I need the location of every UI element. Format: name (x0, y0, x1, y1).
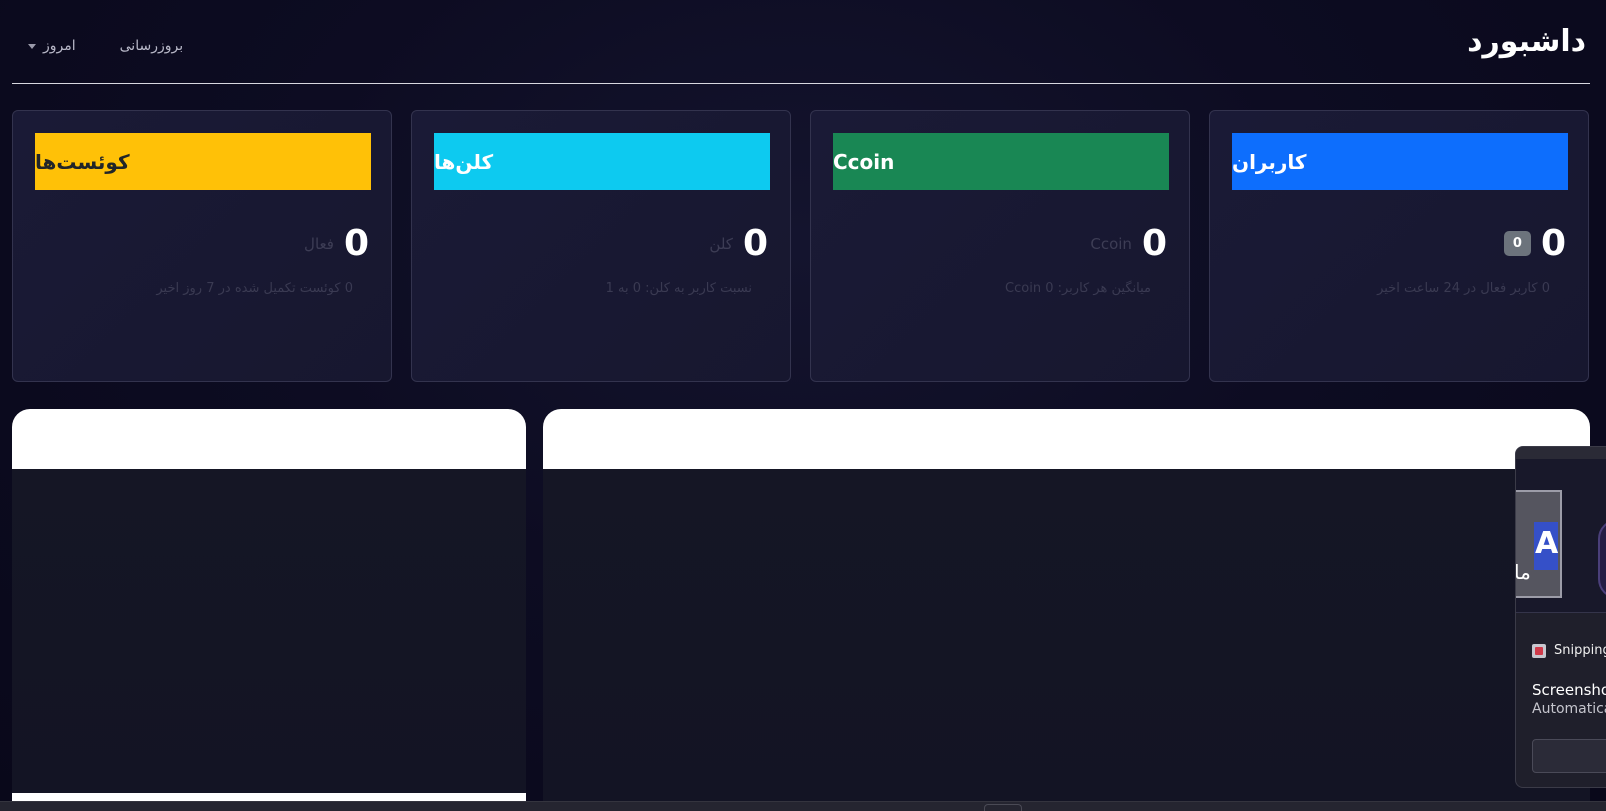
period-label: امروز (43, 38, 76, 54)
quests-card-header: کوئست‌ها (35, 133, 371, 190)
ccoin-card-header: Ccoin (833, 133, 1169, 190)
refresh-button[interactable]: بروزرسانی (120, 38, 183, 54)
ccoin-card: Ccoin 0 Ccoin میانگین هر کاربر: 0 Ccoin (810, 110, 1190, 382)
clans-value-label: کلن (709, 234, 733, 253)
thumbnail-text: ما (1515, 560, 1531, 584)
users-count: 0 (1540, 223, 1566, 264)
notification-topbar (1516, 447, 1606, 459)
ccoin-total: 0 (1141, 223, 1167, 264)
ccoin-value-row: 0 Ccoin (1090, 223, 1167, 264)
main-panel (543, 409, 1590, 811)
stats-cards: کوئست‌ها 0 فعال 0 کوئست تکمیل شده در 7 ر… (12, 110, 1590, 382)
chevron-down-icon (28, 43, 36, 49)
clans-card-header: کلن‌ها (434, 133, 770, 190)
notification-title: Screenshot (1532, 681, 1606, 699)
screenshot-preview[interactable]: A ما (1516, 459, 1606, 613)
page-header: داشبورد امروز بروزرسانی (12, 0, 1590, 84)
quests-card: کوئست‌ها 0 فعال 0 کوئست تکمیل شده در 7 ر… (12, 110, 392, 382)
period-dropdown[interactable]: امروز (28, 38, 76, 54)
side-panel (12, 409, 526, 801)
page-title: داشبورد (1467, 24, 1586, 59)
quests-value-label: فعال (304, 234, 334, 253)
notification-action-button[interactable] (1532, 739, 1606, 773)
thumbnail-ring (1598, 519, 1606, 599)
snipping-notification[interactable]: A ما Snipping Screenshot Automatica (1515, 446, 1606, 788)
main-panel-header (543, 409, 1590, 469)
taskbar-handle[interactable] (984, 804, 1022, 811)
main-panel-body (543, 469, 1590, 811)
clans-subtext: نسبت کاربر به کلن: 0 به 1 (605, 281, 752, 296)
ccoin-value-label: Ccoin (1090, 234, 1132, 253)
clans-card: کلن‌ها 0 کلن نسبت کاربر به کلن: 0 به 1 (411, 110, 791, 382)
clans-value-row: 0 کلن (709, 223, 768, 264)
side-panel-body (12, 469, 526, 801)
notification-app: Snipping (1532, 643, 1606, 658)
side-panel-header (12, 409, 526, 469)
quests-count: 0 (343, 223, 369, 264)
notification-app-name: Snipping (1554, 643, 1606, 658)
clans-count: 0 (742, 223, 768, 264)
notification-text: Automatica (1532, 701, 1606, 717)
users-badge: 0 (1503, 231, 1531, 256)
snipping-tool-icon (1532, 643, 1546, 658)
header-actions: امروز بروزرسانی (28, 38, 183, 54)
screenshot-thumbnail: A ما (1515, 490, 1562, 598)
taskbar (0, 801, 1606, 811)
users-card: کاربران 0 0 0 کاربر فعال در 24 ساعت اخیر (1209, 110, 1589, 382)
side-panel-footer (12, 793, 526, 801)
users-subtext: 0 کاربر فعال در 24 ساعت اخیر (1377, 281, 1550, 296)
ccoin-subtext: میانگین هر کاربر: 0 Ccoin (1005, 281, 1151, 296)
quests-value-row: 0 فعال (304, 223, 369, 264)
thumbnail-letter: A (1535, 526, 1559, 561)
users-card-header: کاربران (1232, 133, 1568, 190)
quests-subtext: 0 کوئست تکمیل شده در 7 روز اخیر (156, 281, 353, 296)
users-value-row: 0 0 (1503, 223, 1566, 264)
